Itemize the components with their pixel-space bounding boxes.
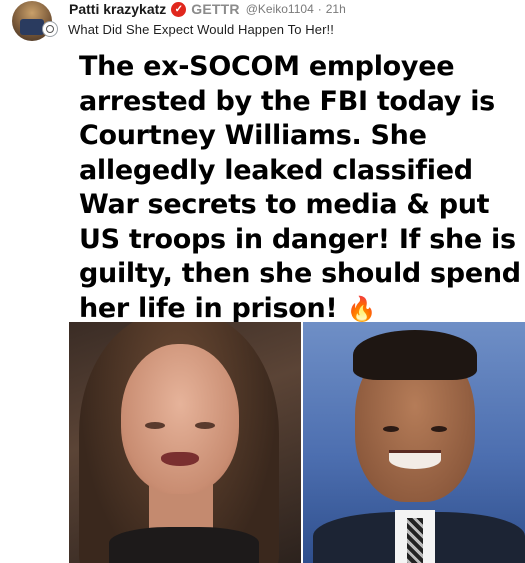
post-header: Patti krazykatz ✓ GETTR @Keiko1104 · 21h: [69, 0, 346, 18]
media-headline: The ex-SOCOM employee arrested by the FB…: [69, 46, 525, 326]
platform-label: GETTR: [191, 1, 240, 17]
shirt-shape: [109, 527, 259, 563]
media-photo-left: [69, 322, 301, 563]
mouth-shape: [161, 452, 199, 466]
face-shape: [121, 344, 239, 494]
media-photo-right: [303, 322, 525, 563]
tie-shape: [407, 518, 423, 563]
social-post: Patti krazykatz ✓ GETTR @Keiko1104 · 21h…: [0, 0, 525, 563]
platform-badge-icon: [42, 21, 58, 37]
post-text: What Did She Expect Would Happen To Her!…: [68, 22, 334, 37]
eye-shape: [145, 422, 165, 429]
author-handle[interactable]: @Keiko1104: [246, 2, 314, 16]
post-timestamp[interactable]: 21h: [326, 2, 346, 16]
header-separator: ·: [317, 2, 322, 16]
eye-shape: [195, 422, 215, 429]
media-headline-text: The ex-SOCOM employee arrested by the FB…: [79, 51, 521, 324]
eye-shape: [431, 426, 447, 432]
verified-badge-icon: ✓: [171, 1, 187, 17]
smile-shape: [389, 450, 441, 469]
fire-icon: 🔥: [346, 294, 377, 323]
hair-shape: [353, 330, 477, 380]
eye-shape: [383, 426, 399, 432]
author-name[interactable]: Patti krazykatz: [69, 1, 166, 17]
post-media[interactable]: The ex-SOCOM employee arrested by the FB…: [69, 46, 525, 563]
